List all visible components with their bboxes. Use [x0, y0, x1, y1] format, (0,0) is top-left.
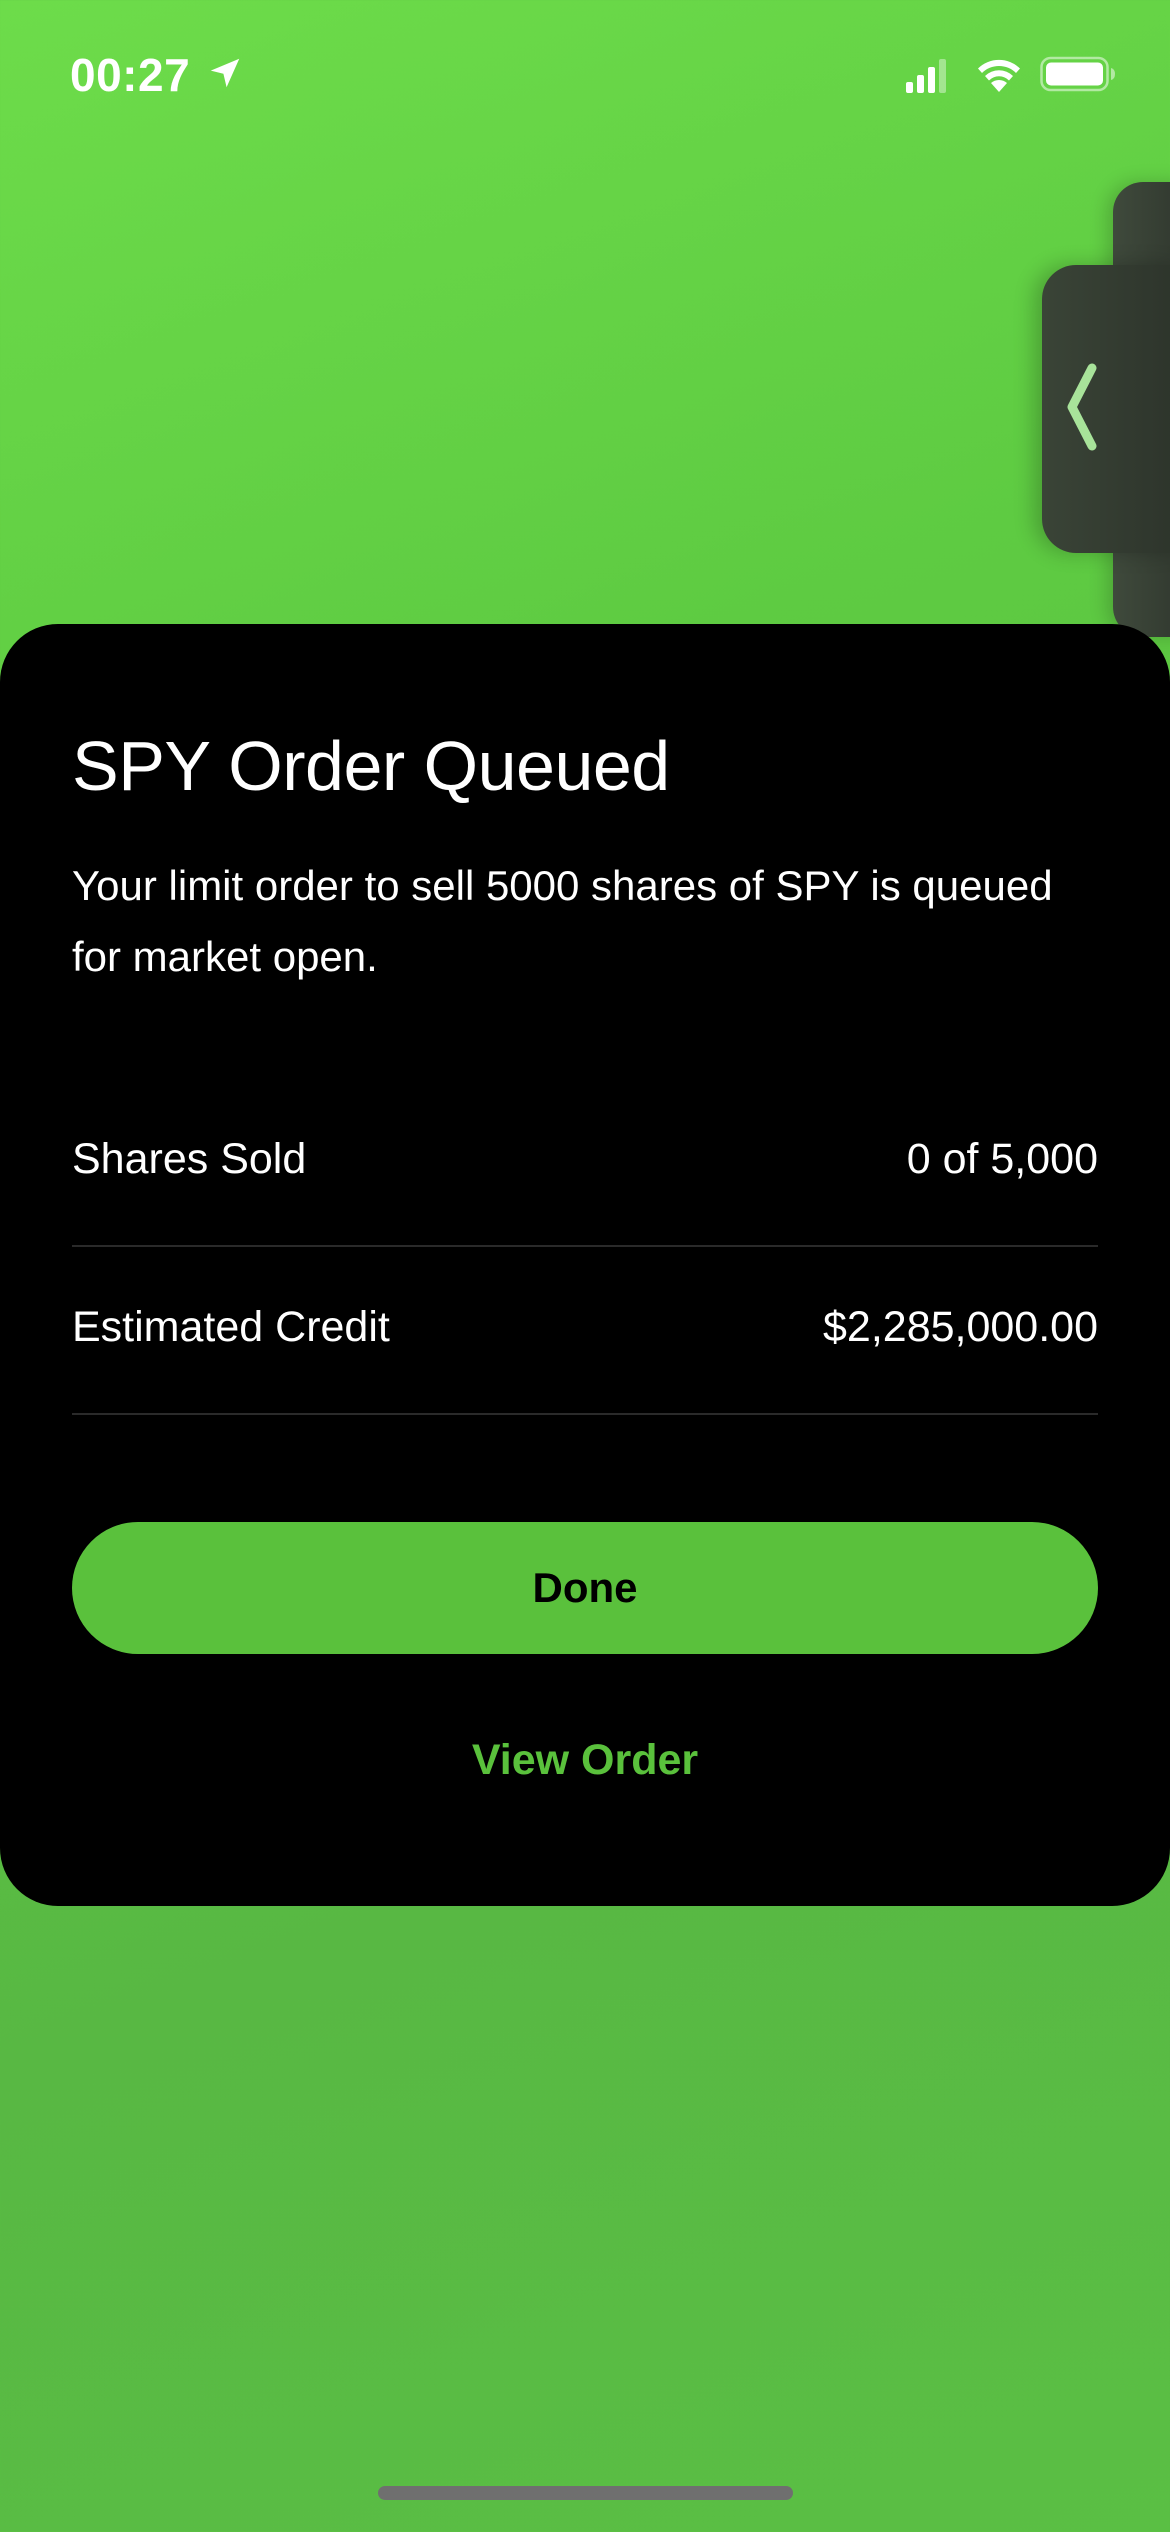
- wifi-icon: [978, 59, 1020, 92]
- shares-sold-value: 0 of 5,000: [906, 1135, 1098, 1183]
- battery-icon: [1040, 56, 1115, 92]
- sheet-title: SPY Order Queued: [72, 727, 670, 805]
- sheet-message: Your limit order to sell 5000 shares of …: [72, 862, 1053, 980]
- status-time: 00:27: [70, 49, 191, 101]
- estimated-credit-label: Estimated Credit: [72, 1303, 390, 1351]
- status-bar: 00:27: [0, 0, 1170, 140]
- estimated-credit-value: $2,285,000.00: [823, 1303, 1098, 1351]
- location-arrow-icon: [210, 58, 240, 88]
- home-indicator[interactable]: [378, 2486, 793, 2500]
- order-confirmation-sheet: SPY Order Queued Your limit order to sel…: [0, 624, 1170, 1906]
- detail-row-estimated-credit: Estimated Credit $2,285,000.00: [72, 1247, 1098, 1415]
- detail-row-shares-sold: Shares Sold 0 of 5,000: [72, 1079, 1098, 1247]
- view-order-link[interactable]: View Order: [0, 1736, 1170, 1785]
- chevron-left-icon[interactable]: [1060, 362, 1100, 452]
- shares-sold-label: Shares Sold: [72, 1135, 307, 1183]
- done-button[interactable]: Done: [72, 1522, 1098, 1654]
- cellular-signal-icon: [906, 59, 946, 93]
